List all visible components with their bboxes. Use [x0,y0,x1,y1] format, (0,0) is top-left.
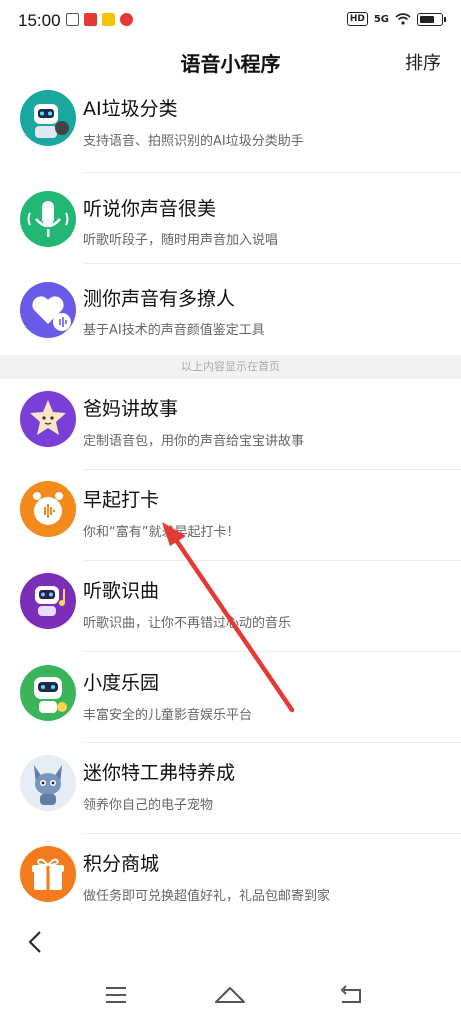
return-icon[interactable] [332,980,372,1010]
annotation-arrow [162,522,295,713]
back-icon[interactable] [24,930,48,954]
home-icon[interactable] [210,980,250,1010]
menu-icon[interactable] [96,980,136,1010]
bottom-bar [0,912,461,1024]
